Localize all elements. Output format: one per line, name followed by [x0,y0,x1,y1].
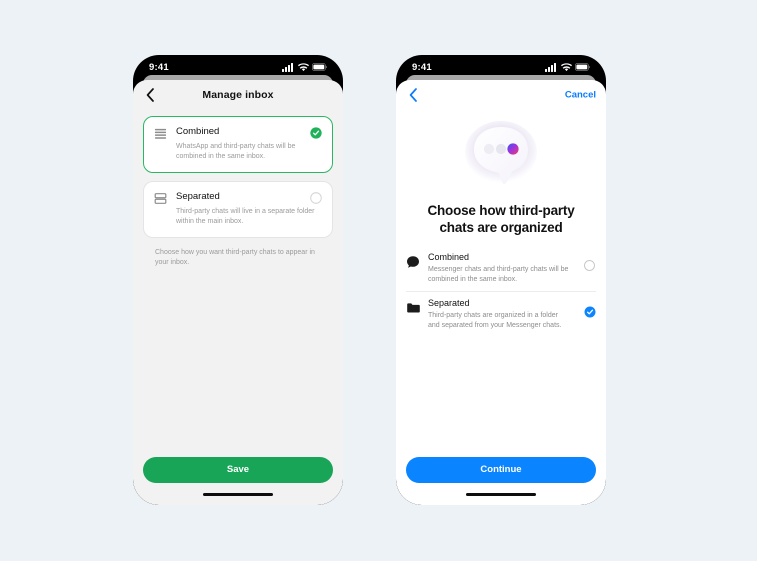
home-indicator-area-right [396,483,606,505]
chevron-left-icon [146,88,154,102]
option-header: Separated [154,191,322,205]
back-button-left[interactable] [141,86,159,104]
battery-icon [575,63,590,71]
option-description: WhatsApp and third-party chats will be c… [176,143,296,160]
option-title: Combined [428,252,470,262]
chat-bubble-filled-icon [407,256,419,268]
status-bar-left: 9:41 [133,55,343,79]
screen-left: Manage inbox Combined WhatsApp and third… [133,80,343,505]
status-time: 9:41 [412,61,432,73]
option-row-combined[interactable]: Combined Messenger chats and third-party… [406,246,596,291]
primary-action-area-left: Save [133,457,343,483]
radio-ring [584,260,595,271]
option-description: Third-party chats are organized in a fol… [428,312,562,329]
back-button-right[interactable] [404,86,422,104]
wifi-icon [560,62,572,71]
home-indicator[interactable] [466,492,536,496]
signal-icon [282,62,293,72]
phone-mockup-left: 9:41 Manage inbox Combined WhatsApp and … [133,55,343,505]
option-title: Combined [176,126,220,137]
headline: Choose how third-party chats are organiz… [427,203,575,235]
option-text-block: Combined [176,126,322,138]
cancel-button[interactable]: Cancel [565,90,596,101]
chevron-left-icon [409,88,417,102]
option-card-combined[interactable]: Combined WhatsApp and third-party chats … [143,116,333,173]
stacked-rows-icon [154,193,167,204]
status-icons [545,62,590,72]
check-circle-filled-blue-icon[interactable] [584,306,596,318]
options-list-left: Combined WhatsApp and third-party chats … [133,110,343,268]
options-list-right: Combined Messenger chats and third-party… [396,246,606,337]
wifi-icon [297,62,309,71]
option-text-block: Separated [176,191,322,203]
status-time: 9:41 [149,61,169,73]
continue-button[interactable]: Continue [406,457,596,483]
primary-action-area-right: Continue [396,457,606,483]
option-card-separated[interactable]: Separated Third-party chats will live in… [143,181,333,238]
save-button[interactable]: Save [143,457,333,483]
option-description: Third-party chats will live in a separat… [176,208,315,225]
option-title: Separated [428,298,470,308]
inbox-hint-text: Choose how you want third-party chats to… [155,249,315,266]
radio-empty-icon[interactable] [310,192,322,204]
option-description: Messenger chats and third-party chats wi… [428,266,569,283]
hero-illustration-area [396,110,606,198]
speech-bubble-three-dots-illustration [465,121,537,185]
check-circle-filled-icon[interactable] [310,127,322,139]
option-text-block: Separated Third-party chats are organize… [428,298,576,330]
signal-icon [545,62,556,72]
status-bar-right: 9:41 [396,55,606,79]
canvas: 9:41 Manage inbox Combined WhatsApp and … [0,0,757,561]
status-icons [282,62,327,72]
option-text-block: Combined Messenger chats and third-party… [428,252,576,284]
folder-filled-icon [407,303,420,313]
option-row-separated[interactable]: Separated Third-party chats are organize… [406,291,596,337]
battery-icon [312,63,327,71]
nav-bar-left: Manage inbox [133,80,343,110]
option-header: Combined [154,126,322,140]
home-indicator-area-left [133,483,343,505]
list-lines-icon [154,128,167,139]
screen-right: Cancel Choose how third-party chats are … [396,80,606,505]
radio-empty-icon[interactable] [584,260,596,272]
nav-bar-right: Cancel [396,80,606,110]
phone-mockup-right: 9:41 Cancel Choose how third-party chats… [396,55,606,505]
option-title: Separated [176,191,220,202]
page-title: Manage inbox [202,89,274,101]
home-indicator[interactable] [203,492,273,496]
